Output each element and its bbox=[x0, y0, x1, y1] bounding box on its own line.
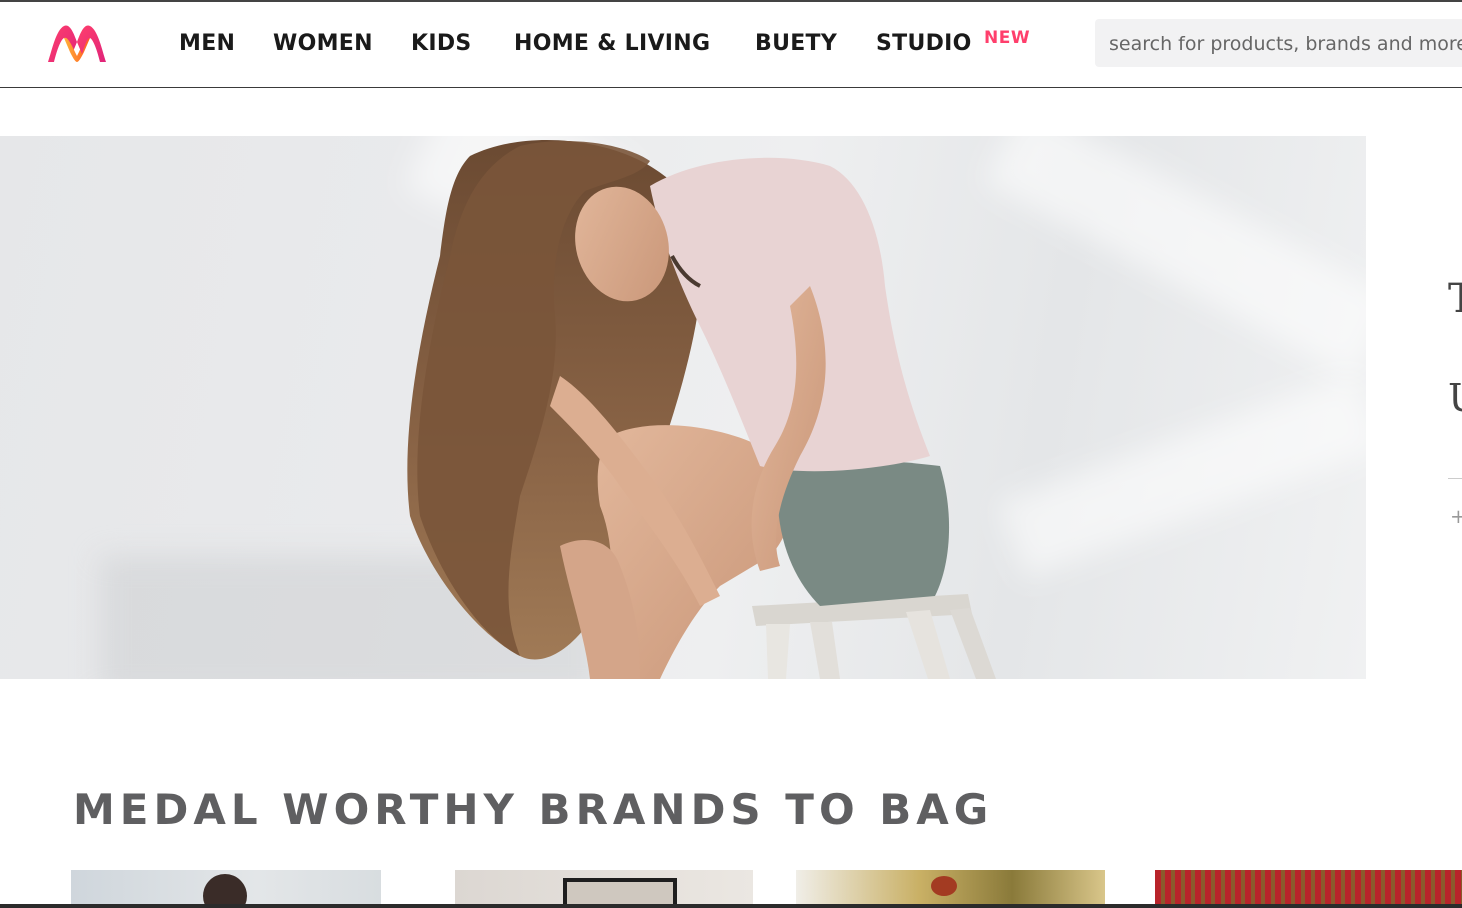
search-box[interactable] bbox=[1095, 19, 1462, 67]
peek-divider bbox=[1448, 478, 1462, 479]
hero-model-illustration bbox=[407, 139, 996, 679]
site-header: MEN WOMEN KIDS HOME & LIVING BUETY STUDI… bbox=[0, 2, 1462, 88]
next-slide-peek[interactable]: T U + bbox=[1366, 136, 1462, 679]
section-title: MEDAL WORTHY BRANDS TO BAG bbox=[73, 784, 994, 834]
plus-icon: + bbox=[1450, 504, 1462, 528]
brand-card[interactable] bbox=[71, 870, 381, 908]
nav-men[interactable]: MEN bbox=[179, 31, 235, 56]
logo-mark-icon bbox=[48, 25, 106, 63]
nav-home-living[interactable]: HOME & LIVING bbox=[514, 31, 710, 56]
brand-card[interactable] bbox=[455, 870, 753, 908]
nav-women[interactable]: WOMEN bbox=[273, 31, 373, 56]
card-image-figure bbox=[203, 874, 247, 908]
nav-beauty[interactable]: BUETY bbox=[755, 31, 837, 56]
myntra-logo[interactable] bbox=[46, 20, 108, 68]
nav-studio[interactable]: STUDIO bbox=[876, 31, 972, 56]
brand-card[interactable] bbox=[1155, 870, 1462, 908]
search-input[interactable] bbox=[1107, 19, 1462, 67]
card-image-figure bbox=[931, 876, 957, 896]
peek-glyph: U bbox=[1448, 376, 1462, 420]
peek-glyph: T bbox=[1448, 276, 1462, 322]
window-bottom-edge bbox=[0, 904, 1462, 908]
studio-new-badge: NEW bbox=[984, 28, 1031, 48]
brand-card[interactable] bbox=[796, 870, 1105, 908]
nav-kids[interactable]: KIDS bbox=[411, 31, 472, 56]
hero-banner[interactable] bbox=[0, 136, 1366, 679]
